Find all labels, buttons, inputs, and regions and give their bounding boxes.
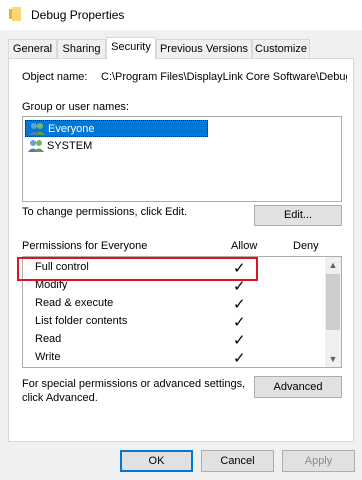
- users-icon: [28, 140, 44, 152]
- permission-row: Modify ✓: [23, 277, 327, 295]
- tab-previous-versions[interactable]: Previous Versions: [156, 39, 252, 58]
- permissions-label: Permissions for Everyone: [22, 240, 148, 252]
- permissions-scrollbar[interactable]: ▲ ▼: [325, 257, 341, 367]
- user-name: Everyone: [48, 123, 95, 135]
- permission-name: Read & execute: [35, 297, 114, 309]
- cancel-button[interactable]: Cancel: [201, 450, 274, 472]
- permission-name: Modify: [35, 279, 68, 291]
- apply-button[interactable]: Apply: [282, 450, 355, 472]
- allow-check: ✓: [233, 277, 246, 295]
- permission-row: Write ✓: [23, 349, 327, 367]
- advanced-button[interactable]: Advanced: [254, 376, 342, 398]
- permissions-list[interactable]: Full control ✓ Modify ✓ Read & execute ✓…: [22, 256, 342, 368]
- folder-icon: [9, 7, 21, 21]
- permission-row: Read & execute ✓: [23, 295, 327, 313]
- allow-column-header: Allow: [231, 240, 258, 252]
- object-name-label: Object name:: [22, 71, 88, 83]
- list-item-system[interactable]: SYSTEM: [25, 138, 208, 155]
- group-label: Group or user names:: [22, 101, 129, 113]
- permission-row: Read ✓: [23, 331, 327, 349]
- allow-check: ✓: [233, 349, 246, 367]
- permission-name: List folder contents: [35, 315, 128, 327]
- tab-sharing[interactable]: Sharing: [57, 39, 106, 58]
- special-text-line: click Advanced.: [22, 392, 98, 404]
- window-title: Debug Properties: [31, 8, 125, 22]
- tab-security[interactable]: Security: [106, 37, 156, 59]
- ok-button[interactable]: OK: [120, 450, 193, 472]
- permission-row: Full control ✓: [23, 259, 327, 277]
- allow-check: ✓: [233, 295, 246, 313]
- permission-name: Full control: [35, 261, 89, 273]
- permission-name: Read: [35, 333, 62, 345]
- title-bar: Debug Properties: [0, 0, 362, 30]
- users-icon: [29, 123, 45, 135]
- user-name: SYSTEM: [47, 140, 93, 152]
- tab-bar: General Sharing Security Previous Versio…: [8, 37, 354, 59]
- allow-check: ✓: [233, 259, 246, 277]
- scroll-thumb[interactable]: [326, 274, 340, 330]
- object-path: C:\Program Files\DisplayLink Core Softwa…: [101, 71, 347, 83]
- list-item-everyone[interactable]: Everyone: [25, 120, 208, 137]
- scroll-up-icon[interactable]: ▲: [325, 257, 341, 273]
- tab-customize[interactable]: Customize: [252, 39, 310, 58]
- allow-check: ✓: [233, 331, 246, 349]
- allow-check: ✓: [233, 313, 246, 331]
- permission-row: List folder contents ✓: [23, 313, 327, 331]
- special-permissions-text: For special permissions or advanced sett…: [22, 377, 245, 405]
- security-panel: Object name: C:\Program Files\DisplayLin…: [8, 58, 354, 442]
- user-listbox[interactable]: Everyone SYSTEM: [22, 116, 342, 202]
- deny-column-header: Deny: [293, 240, 319, 252]
- edit-button[interactable]: Edit...: [254, 205, 342, 226]
- scroll-down-icon[interactable]: ▼: [325, 351, 341, 367]
- tab-general[interactable]: General: [8, 39, 57, 58]
- special-text-line: For special permissions or advanced sett…: [22, 378, 246, 390]
- permission-name: Write: [35, 351, 61, 363]
- change-permissions-text: To change permissions, click Edit.: [22, 206, 188, 218]
